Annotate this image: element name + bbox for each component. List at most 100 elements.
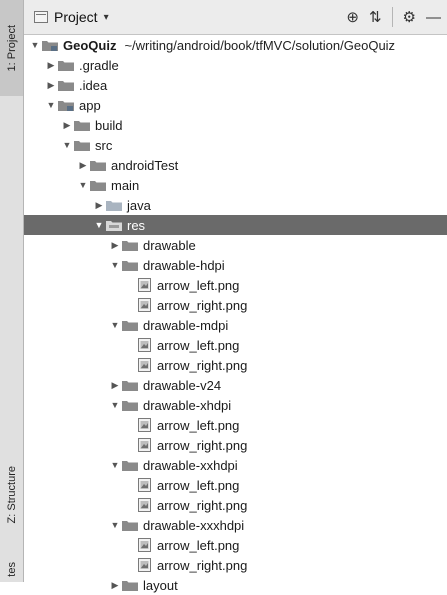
tree-row-label: androidTest <box>111 157 179 173</box>
tree-row-label: layout <box>143 577 178 593</box>
tree-row[interactable]: ▶ java <box>24 195 447 215</box>
resource-folder-icon <box>106 220 122 231</box>
collapsed-arrow-icon[interactable]: ▶ <box>92 200 106 211</box>
tree-row[interactable]: arrow_right.png <box>24 435 447 455</box>
tree-row[interactable]: ▶ .gradle <box>24 55 447 75</box>
expanded-arrow-icon[interactable]: ▼ <box>60 140 74 150</box>
expanded-arrow-icon[interactable]: ▼ <box>108 320 122 330</box>
tree-row[interactable]: ▶ androidTest <box>24 155 447 175</box>
tree-row-label: java <box>127 197 151 213</box>
tree-row-label: arrow_right.png <box>157 297 248 313</box>
collapsed-arrow-icon[interactable]: ▶ <box>44 60 58 71</box>
tree-row[interactable]: arrow_left.png <box>24 475 447 495</box>
tree-row-label: .gradle <box>79 57 119 73</box>
folder-icon <box>74 140 90 151</box>
tree-row-label: arrow_right.png <box>157 437 248 453</box>
tree-row-label: res <box>127 217 146 233</box>
tree-row-label: arrow_left.png <box>157 417 240 433</box>
collapsed-arrow-icon[interactable]: ▶ <box>108 580 122 591</box>
collapse-all-icon[interactable]: ⇅ <box>369 8 382 26</box>
tree-row[interactable]: arrow_left.png <box>24 535 447 555</box>
expanded-arrow-icon[interactable]: ▼ <box>28 40 42 50</box>
chevron-down-icon[interactable]: ▾ <box>104 12 109 23</box>
tree-row[interactable]: ▼ src <box>24 135 447 155</box>
expanded-arrow-icon[interactable]: ▼ <box>44 100 58 110</box>
project-view-selector[interactable]: Project <box>54 9 98 25</box>
image-file-icon <box>138 438 151 452</box>
expanded-arrow-icon[interactable]: ▼ <box>108 460 122 470</box>
tree-row-label: arrow_right.png <box>157 357 248 373</box>
tree-row[interactable]: ▼ drawable-xxxhdpi <box>24 515 447 535</box>
tree-row[interactable]: arrow_left.png <box>24 335 447 355</box>
folder-icon <box>90 180 106 191</box>
tree-row-label: drawable-xxhdpi <box>143 457 238 473</box>
folder-icon <box>122 460 138 471</box>
image-file-icon <box>138 278 151 292</box>
folder-icon <box>122 380 138 391</box>
tree-row[interactable]: ▶ layout <box>24 575 447 595</box>
module-folder-icon <box>42 40 58 51</box>
tree-row-label: main <box>111 177 140 193</box>
tree-row[interactable]: ▼ app <box>24 95 447 115</box>
collapsed-arrow-icon[interactable]: ▶ <box>76 160 90 171</box>
tree-row[interactable]: arrow_right.png <box>24 295 447 315</box>
tree-row-label: arrow_right.png <box>157 497 248 513</box>
gear-icon[interactable]: ⚙ <box>403 8 416 26</box>
tree-row[interactable]: arrow_left.png <box>24 415 447 435</box>
tree-row[interactable]: ▼ main <box>24 175 447 195</box>
tree-row[interactable]: arrow_right.png <box>24 555 447 575</box>
structure-tool-tab-label: Z: Structure <box>5 466 18 524</box>
structure-tool-tab[interactable]: Z: Structure <box>0 440 23 550</box>
favorites-tool-tab-label: tes <box>5 561 18 577</box>
source-folder-icon <box>106 200 122 211</box>
tree-row[interactable]: ▶ drawable <box>24 235 447 255</box>
tree-row-label: arrow_right.png <box>157 557 248 573</box>
tree-row-label: .idea <box>79 77 108 93</box>
folder-icon <box>58 60 74 71</box>
expanded-arrow-icon[interactable]: ▼ <box>108 400 122 410</box>
tree-row[interactable]: ▼ GeoQuiz ~/writing/android/book/tfMVC/sol… <box>24 35 447 55</box>
favorites-tool-tab[interactable]: tes <box>0 556 23 582</box>
image-file-icon <box>138 298 151 312</box>
tool-window-sidebar: 1: Project Z: Structure tes <box>0 0 24 582</box>
collapsed-arrow-icon[interactable]: ▶ <box>60 120 74 131</box>
image-file-icon <box>138 338 151 352</box>
tree-row-label: arrow_left.png <box>157 537 240 553</box>
tree-row[interactable]: arrow_left.png <box>24 275 447 295</box>
image-file-icon <box>138 478 151 492</box>
folder-icon <box>58 80 74 91</box>
folder-icon <box>74 120 90 131</box>
tree-row[interactable]: ▼ drawable-xhdpi <box>24 395 447 415</box>
project-path: ~/writing/android/book/tfMVC/solution/Ge… <box>124 37 396 53</box>
tree-row-label: arrow_left.png <box>157 477 240 493</box>
collapsed-arrow-icon[interactable]: ▶ <box>108 380 122 391</box>
project-window-icon <box>34 11 48 23</box>
folder-icon <box>122 240 138 251</box>
tree-row[interactable]: arrow_right.png <box>24 355 447 375</box>
tree-row[interactable]: ▼ drawable-mdpi <box>24 315 447 335</box>
tree-row-label: arrow_left.png <box>157 277 240 293</box>
tree-row[interactable]: arrow_right.png <box>24 495 447 515</box>
scroll-from-source-icon[interactable]: ⊕ <box>346 8 359 26</box>
expanded-arrow-icon[interactable]: ▼ <box>108 260 122 270</box>
project-tree: ▼ GeoQuiz ~/writing/android/book/tfMVC/sol… <box>24 35 447 595</box>
minimize-icon[interactable]: — <box>426 9 441 26</box>
collapsed-arrow-icon[interactable]: ▶ <box>108 240 122 251</box>
tree-row-label: GeoQuiz <box>63 37 117 53</box>
tree-row[interactable]: ▼ drawable-hdpi <box>24 255 447 275</box>
expanded-arrow-icon[interactable]: ▼ <box>92 220 106 230</box>
tree-row[interactable]: ▶ .idea <box>24 75 447 95</box>
tree-row-label: app <box>79 97 101 113</box>
tree-row[interactable]: ▶ build <box>24 115 447 135</box>
tree-row-label: drawable-xxxhdpi <box>143 517 245 533</box>
collapsed-arrow-icon[interactable]: ▶ <box>44 80 58 91</box>
tree-row[interactable]: ▶ drawable-v24 <box>24 375 447 395</box>
folder-icon <box>122 580 138 591</box>
tree-row[interactable]: ▼ drawable-xxhdpi <box>24 455 447 475</box>
image-file-icon <box>138 538 151 552</box>
tree-row[interactable]: ▼ res <box>24 215 447 235</box>
expanded-arrow-icon[interactable]: ▼ <box>108 520 122 530</box>
expanded-arrow-icon[interactable]: ▼ <box>76 180 90 190</box>
project-tool-tab[interactable]: 1: Project <box>0 0 23 96</box>
folder-icon <box>122 320 138 331</box>
